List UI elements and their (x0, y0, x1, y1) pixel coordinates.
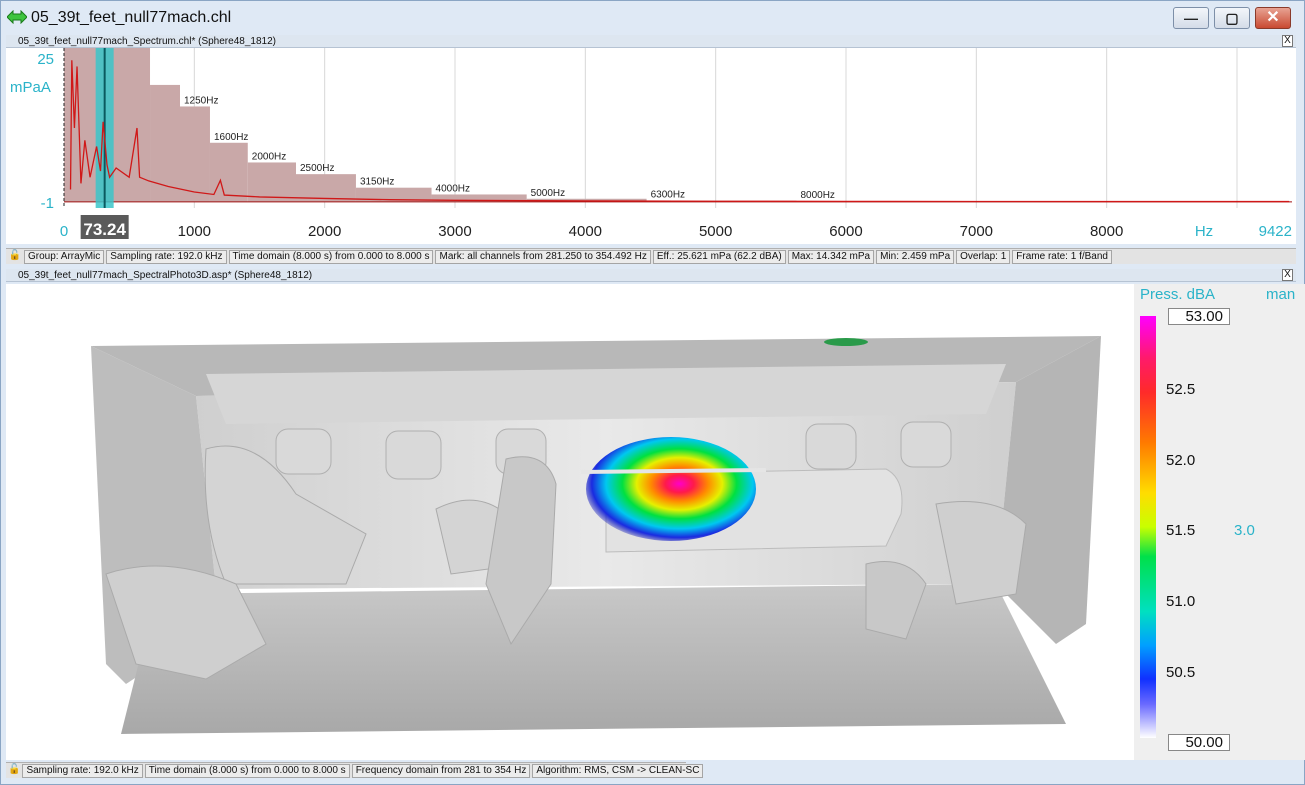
band-label-0: 1250Hz (184, 95, 218, 106)
band-bar-2 (179, 106, 210, 202)
x-tick-2000: 2000 (308, 223, 341, 240)
band-label-4: 3150Hz (360, 177, 394, 188)
color-scale-bar (1140, 316, 1156, 738)
legend-max-input[interactable]: 53.00 (1168, 308, 1230, 325)
legend-title: Press. dBA (1140, 286, 1216, 303)
x-tick-8000: 8000 (1090, 223, 1123, 240)
x-tick-4000: 4000 (569, 223, 602, 240)
spectrum-status-cell-4: Eff.: 25.621 mPa (62.2 dBA) (652, 249, 786, 264)
title-bar: 05_39t_feet_null77mach.chl — ▢ ✕ (1, 1, 1304, 35)
minimize-button[interactable]: — (1173, 7, 1209, 29)
lock-icon[interactable]: 🔓 (8, 764, 20, 778)
spectrum-status-cell-3: Mark: all channels from 281.250 to 354.4… (435, 249, 651, 264)
spectrum-close-button[interactable]: X (1282, 35, 1293, 47)
legend-unit-label: man (1266, 286, 1296, 303)
band-label-6: 5000Hz (531, 188, 565, 199)
x-tick-7000: 7000 (960, 223, 993, 240)
cabin-window-2 (385, 430, 442, 480)
spectrum-panel-header: 05_39t_feet_null77mach_Spectrum.chl* (Sp… (6, 35, 1296, 48)
band-label-7: 6300Hz (651, 190, 685, 201)
band-label-8: 8000Hz (800, 190, 834, 201)
legend-tick-4: 51.0 (1166, 593, 1196, 610)
spectrum-svg: 1250Hz1600Hz2000Hz2500Hz3150Hz4000Hz 5000… (10, 48, 1292, 240)
x-tick-3000: 3000 (438, 223, 471, 240)
cabin-window-4 (805, 423, 857, 470)
x-tick-1000: 1000 (178, 223, 211, 240)
close-button[interactable]: ✕ (1255, 7, 1291, 29)
band-bar-1 (150, 84, 180, 202)
photo-status-bar: 🔓 Sampling rate: 192.0 kHz Time domain (8… (6, 762, 704, 778)
y-top-label: 25 (37, 51, 54, 68)
photo-status-cell-3: Algorithm: RMS, CSM -> CLEAN-SC (532, 763, 704, 778)
y-bottom-label: -1 (41, 195, 54, 212)
photo-panel-header: 05_39t_feet_null77mach_SpectralPhoto3D.a… (6, 269, 1296, 282)
spectrum-status-cell-7: Overlap: 1 (956, 249, 1011, 264)
spectrum-status-cell-2: Time domain (8.000 s) from 0.000 to 8.00… (228, 249, 434, 264)
ceiling-hotspot (824, 338, 868, 346)
cabin-window-1 (275, 428, 332, 475)
x-unit-label: Hz (1195, 223, 1213, 240)
photo-close-button[interactable]: X (1282, 269, 1293, 281)
band-bar-3 (209, 142, 248, 202)
band-bar-4 (247, 162, 296, 202)
photo-status-cell-1: Time domain (8.000 s) from 0.000 to 8.00… (144, 763, 350, 778)
band-label-3: 2500Hz (300, 163, 334, 174)
acoustic-photo-view[interactable]: Press. dBA man 53.00 52.5 52.0 51.5 51.0… (6, 284, 1305, 760)
legend-tick-5: 50.5 (1166, 664, 1196, 681)
cabin-window-5 (900, 421, 952, 468)
spectrum-status-cell-1: Sampling rate: 192.0 kHz (106, 249, 227, 264)
app-arrow-icon (7, 10, 27, 24)
app-window: 05_39t_feet_null77mach.chl — ▢ ✕ 05_39t_… (0, 0, 1305, 785)
band-label-2: 2000Hz (252, 151, 286, 162)
lock-icon[interactable]: 🔓 (8, 250, 22, 264)
cabin-floor (121, 584, 1066, 734)
photo-status-cell-2: Frequency domain from 281 to 354 Hz (351, 763, 531, 778)
spectrum-panel-title: 05_39t_feet_null77mach_Spectrum.chl* (Sp… (18, 36, 276, 47)
spectrum-status-cell-0: Group: ArrayMic (24, 249, 105, 264)
spectrum-status-cell-5: Max: 14.342 mPa (787, 249, 875, 264)
spectrum-status-cell-8: Frame rate: 1 f/Band (1012, 249, 1112, 264)
spectrum-status-cell-6: Min: 2.459 mPa (876, 249, 955, 264)
y-unit-label: mPaA (10, 79, 51, 96)
legend-tick-2: 52.0 (1166, 452, 1196, 469)
hotspot-seam (580, 468, 767, 474)
maximize-button[interactable]: ▢ (1214, 7, 1250, 29)
legend-tick-1: 52.5 (1166, 381, 1196, 398)
maximize-icon: ▢ (1225, 10, 1239, 26)
x-tick-6000: 6000 (829, 223, 862, 240)
legend-min-input[interactable]: 50.00 (1168, 734, 1230, 751)
x-max-label: 9422 (1259, 223, 1292, 240)
cursor-readout: 73.24 (83, 220, 126, 239)
spectrum-status-bar: 🔓 Group: ArrayMic Sampling rate: 192.0 kH… (6, 248, 1296, 264)
band-label-1: 1600Hz (214, 132, 248, 143)
noise-source-hotspot[interactable] (586, 437, 756, 541)
dynamic-range-label[interactable]: 3.0 (1234, 522, 1255, 539)
overhead-bin (206, 364, 1006, 424)
close-icon: ✕ (1266, 9, 1280, 26)
cabin-3d-model[interactable] (6, 284, 1134, 760)
x-zero-label: 0 (60, 223, 68, 240)
band-label-5: 4000Hz (436, 183, 470, 194)
spectrum-chart[interactable]: 1250Hz 1600Hz 2000Hz 2500Hz 3150Hz 4000Hz 5000… (6, 48, 1296, 244)
legend-panel (1134, 284, 1305, 760)
photo-panel-title: 05_39t_feet_null77mach_SpectralPhoto3D.a… (18, 270, 313, 281)
legend-tick-3: 51.5 (1166, 522, 1196, 539)
photo-status-cell-0: Sampling rate: 192.0 kHz (22, 763, 143, 778)
x-tick-5000: 5000 (699, 223, 732, 240)
window-title: 05_39t_feet_null77mach.chl (31, 9, 232, 26)
minimize-icon: — (1184, 10, 1198, 26)
